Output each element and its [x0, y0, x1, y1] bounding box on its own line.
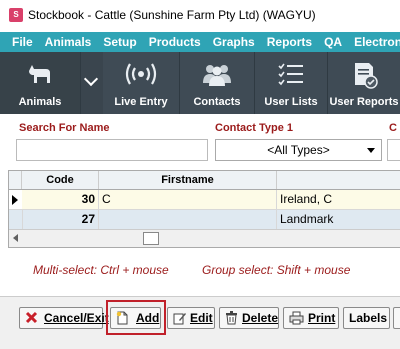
trash-icon	[226, 311, 237, 325]
cell-name[interactable]: Landmark	[277, 210, 400, 229]
cow-icon	[29, 65, 50, 83]
horizontal-scrollbar[interactable]	[9, 229, 400, 247]
third-filter-input[interactable]	[387, 139, 400, 161]
menu-qa[interactable]: QA	[324, 32, 342, 52]
button-bar: Cancel/Exit Add Edit Delete Print Labels	[0, 296, 400, 349]
menu-bar: File Animals Setup Products Graphs Reports QA E…	[0, 32, 400, 52]
cell-name[interactable]: Ireland, C	[277, 190, 400, 209]
table-row[interactable]: 30 C Ireland, C	[9, 190, 400, 210]
search-panel: Search For Name Contact Type 1 <All Type…	[0, 114, 400, 169]
print-label: Print	[308, 311, 336, 325]
cell-code[interactable]: 30	[22, 190, 99, 209]
dropdown-arrow-icon	[367, 148, 375, 153]
grid-header: Code Firstname	[9, 171, 400, 190]
main-toolbar: Animals Live Entry Contacts User Lists U…	[0, 52, 400, 114]
report-icon	[355, 63, 378, 89]
window-title: Stockbook - Cattle (Sunshine Farm Pty Lt…	[28, 8, 316, 22]
row-indicator	[9, 210, 23, 229]
more-button[interactable]	[393, 307, 400, 329]
third-filter-label: C	[389, 122, 397, 134]
edit-icon	[173, 313, 186, 325]
menu-products[interactable]: Products	[149, 32, 201, 52]
delete-label: Delete	[242, 311, 279, 325]
column-header-name[interactable]	[277, 171, 400, 189]
contact-type-value: <All Types>	[267, 143, 330, 157]
cell-firstname[interactable]	[99, 210, 277, 229]
toolbar-user-lists-button[interactable]: User Lists	[255, 52, 328, 114]
group-select-hint: Group select: Shift + mouse	[202, 263, 351, 277]
column-header-code[interactable]: Code	[22, 171, 99, 189]
toolbar-live-entry-label: Live Entry	[114, 96, 168, 108]
toolbar-animals-label: Animals	[18, 96, 62, 108]
printer-icon	[289, 311, 304, 325]
menu-file[interactable]: File	[12, 32, 33, 52]
cell-firstname[interactable]: C	[99, 190, 277, 209]
menu-electronic[interactable]: Electronic	[354, 32, 400, 52]
labels-label: Labels	[349, 311, 388, 325]
cancel-exit-button[interactable]: Cancel/Exit	[19, 307, 109, 329]
wireless-signal-icon	[125, 63, 157, 85]
table-row[interactable]: 27 Landmark	[9, 210, 400, 230]
toolbar-animals-dropdown[interactable]	[80, 52, 103, 114]
title-bar: S Stockbook - Cattle (Sunshine Farm Pty …	[0, 0, 400, 32]
row-indicator	[9, 190, 23, 209]
edit-button[interactable]: Edit	[167, 307, 215, 329]
menu-graphs[interactable]: Graphs	[213, 32, 255, 52]
scroll-left-arrow-icon[interactable]	[13, 234, 18, 242]
delete-button[interactable]: Delete	[219, 307, 279, 329]
toolbar-contacts-button[interactable]: Contacts	[180, 52, 255, 114]
checklist-icon	[278, 63, 303, 86]
grid-corner	[9, 171, 22, 189]
labels-button[interactable]: Labels	[343, 307, 390, 329]
add-button-highlight	[106, 300, 166, 335]
column-header-firstname[interactable]: Firstname	[99, 171, 277, 189]
toolbar-user-reports-label: User Reports	[329, 96, 399, 108]
toolbar-user-reports-button[interactable]: User Reports	[328, 52, 400, 114]
app-logo-icon: S	[9, 8, 23, 22]
current-row-pointer-icon	[12, 195, 18, 205]
contacts-grid[interactable]: Code Firstname 30 C Ireland, C 27 Landma…	[8, 170, 400, 248]
cancel-exit-label: Cancel/Exit	[44, 311, 109, 325]
edit-label: Edit	[190, 311, 213, 325]
chevron-down-icon	[83, 71, 99, 87]
menu-animals[interactable]: Animals	[45, 32, 92, 52]
print-button[interactable]: Print	[283, 307, 339, 329]
x-icon	[25, 311, 38, 324]
multi-select-hint: Multi-select: Ctrl + mouse	[33, 263, 169, 277]
search-name-input[interactable]	[16, 139, 208, 161]
toolbar-animals-button[interactable]: Animals	[0, 52, 81, 114]
toolbar-user-lists-label: User Lists	[264, 96, 318, 108]
cell-code[interactable]: 27	[22, 210, 99, 229]
scrollbar-thumb[interactable]	[143, 232, 159, 245]
contact-type-select[interactable]: <All Types>	[215, 139, 382, 161]
menu-setup[interactable]: Setup	[103, 32, 136, 52]
search-name-label: Search For Name	[19, 122, 110, 134]
people-icon	[203, 65, 231, 86]
menu-reports[interactable]: Reports	[267, 32, 312, 52]
contact-type-label: Contact Type 1	[215, 122, 294, 134]
toolbar-live-entry-button[interactable]: Live Entry	[103, 52, 180, 114]
toolbar-contacts-label: Contacts	[193, 96, 241, 108]
